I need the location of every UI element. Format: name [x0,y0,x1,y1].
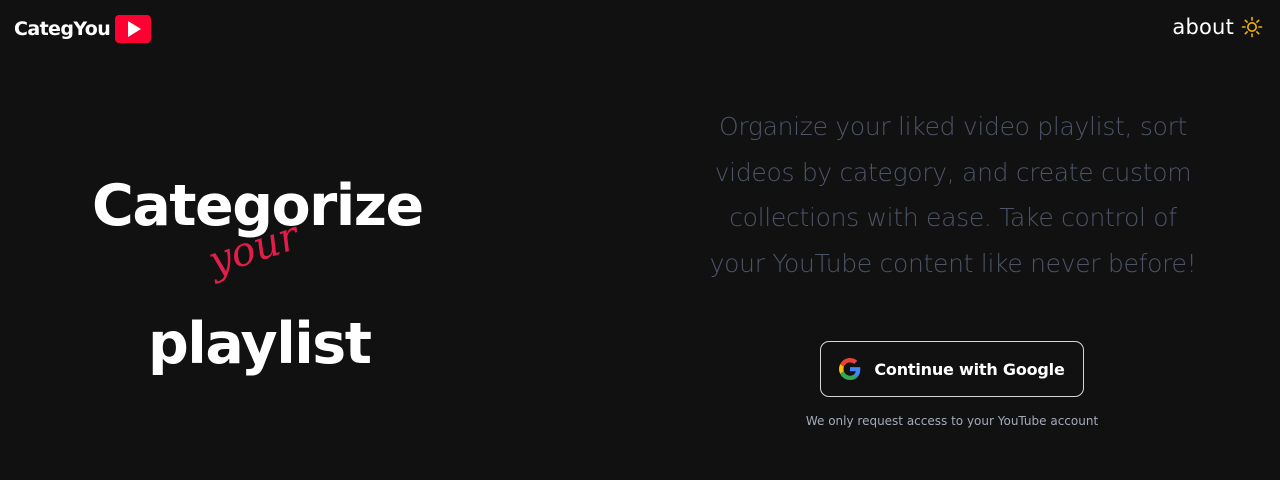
continue-with-google-button[interactable]: Continue with Google [820,341,1084,397]
landing-page: CategYou about Categorize your playlist … [0,0,1280,480]
sun-icon[interactable] [1241,16,1263,38]
youtube-play-icon [114,14,152,44]
about-link[interactable]: about [1172,15,1263,39]
access-note: We only request access to your YouTube a… [805,414,1099,428]
google-icon [839,358,861,380]
brand-logo[interactable]: CategYou [14,14,152,44]
google-button-label: Continue with Google [874,359,1065,379]
tagline: Organize your liked video playlist, sort… [709,112,1197,278]
hero-heading: Categorize your playlist [92,168,437,388]
brand-name: CategYou [14,18,111,40]
about-label: about [1172,15,1234,39]
hero-word-playlist: playlist [148,311,372,377]
